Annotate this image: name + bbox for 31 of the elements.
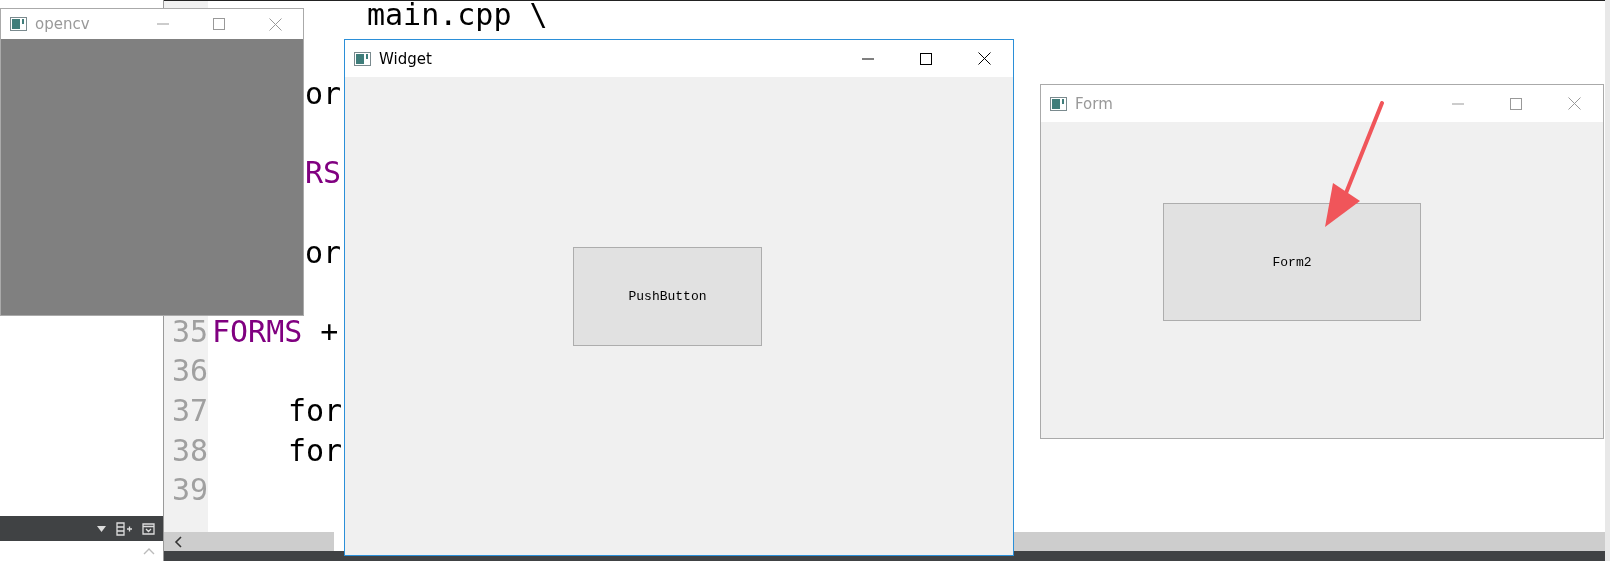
code-text: or xyxy=(305,79,342,110)
collapse-icon[interactable] xyxy=(142,522,155,535)
caret-up-icon[interactable] xyxy=(143,547,155,555)
window-title: opencv xyxy=(35,15,90,33)
push-button[interactable]: PushButton xyxy=(573,247,762,346)
scrollbar-track[interactable] xyxy=(1012,532,1605,551)
dropdown-caret-icon[interactable] xyxy=(97,525,106,532)
code-text: main.cpp \ xyxy=(367,1,548,30)
window-title: Form xyxy=(1075,94,1113,113)
code-text: for xyxy=(288,396,343,426)
app-icon xyxy=(10,17,27,31)
split-icon[interactable] xyxy=(116,521,132,536)
code-text: + xyxy=(320,316,339,347)
line-number: 38 xyxy=(170,435,208,466)
line-number: 36 xyxy=(170,356,208,387)
app-icon xyxy=(1050,96,1067,111)
minimize-icon[interactable] xyxy=(862,57,874,60)
code-text: FORMS xyxy=(212,316,303,347)
code-text: for xyxy=(288,435,343,466)
line-number: 39 xyxy=(170,475,208,506)
app-icon xyxy=(354,51,371,66)
code-text: or xyxy=(305,237,342,268)
line-number: 35 xyxy=(170,316,208,347)
scroll-left-icon[interactable] xyxy=(174,535,182,548)
window-title: Widget xyxy=(379,49,432,68)
close-icon[interactable] xyxy=(977,52,991,65)
horizontal-scrollbar[interactable] xyxy=(164,532,334,551)
minimize-icon[interactable] xyxy=(1452,102,1464,105)
code-text: RS xyxy=(305,158,342,189)
maximize-icon[interactable] xyxy=(920,52,932,65)
line-number: 37 xyxy=(170,396,208,426)
